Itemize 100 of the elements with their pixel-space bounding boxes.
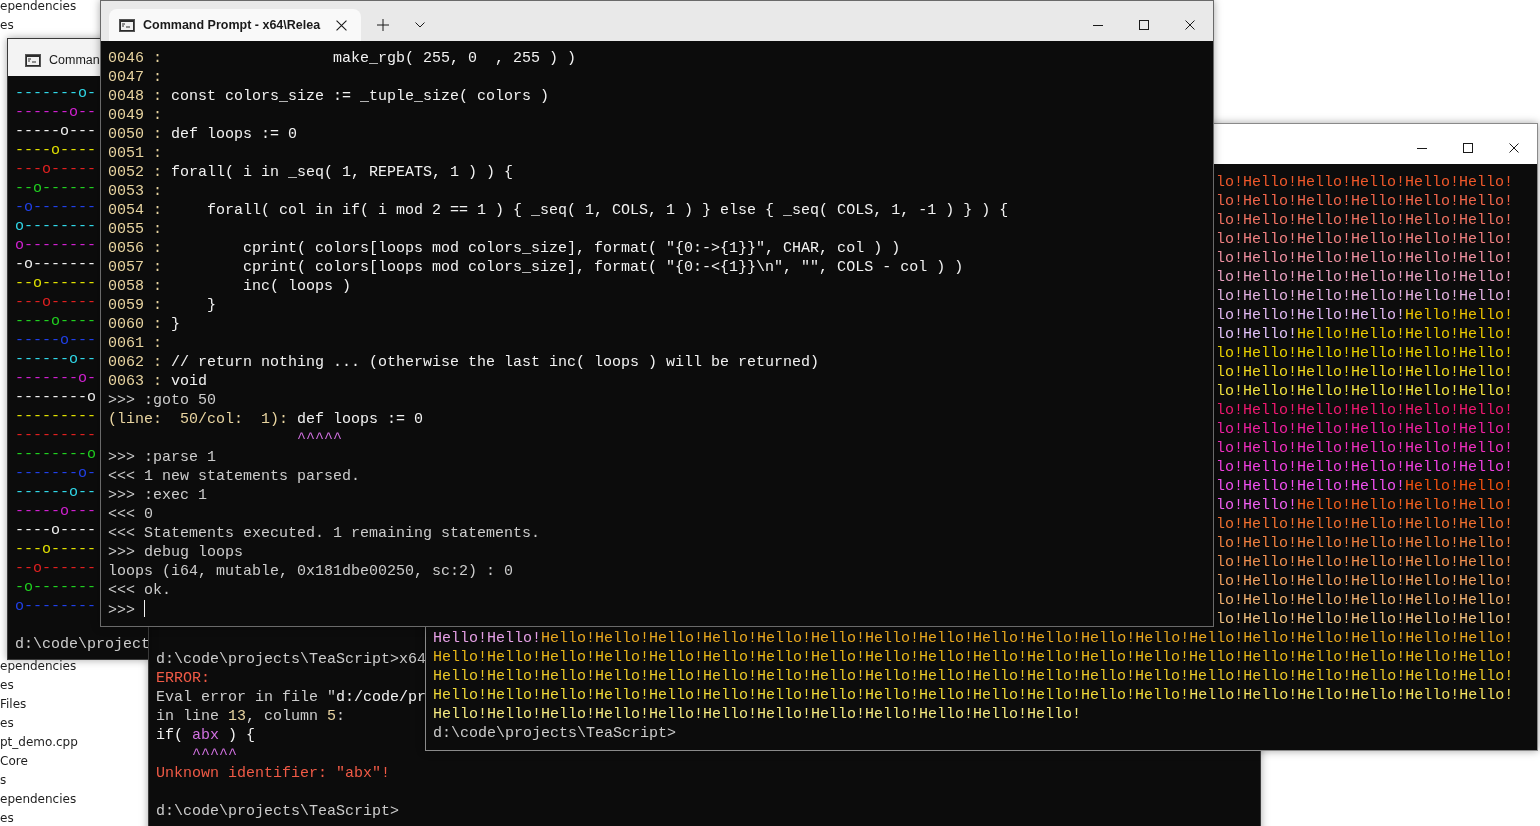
terminal-line: (line: 50/col: 1): def loops := 0 <box>108 410 424 429</box>
tree-item[interactable]: pt_demo.cpp <box>0 733 78 752</box>
tree-item[interactable]: es <box>0 16 14 35</box>
tree-item[interactable]: es <box>0 809 14 826</box>
terminal-icon <box>25 53 41 67</box>
pattern-line: ------o-- <box>15 350 96 369</box>
pattern-line: ------o-- <box>15 103 96 122</box>
tree-item[interactable]: ependencies <box>0 657 77 676</box>
pattern-line: -o------- <box>15 198 96 217</box>
terminal-line: lo!Hello!Hello!Hello!Hello!Hello! <box>1216 211 1514 230</box>
terminal-line: lo!Hello!Hello!Hello!Hello!Hello! <box>1216 287 1514 306</box>
terminal-line: ERROR: <box>156 669 210 688</box>
terminal-line: lo!Hello!Hello!Hello!Hello!Hello! <box>1216 249 1514 268</box>
tree-item[interactable]: ependencies <box>0 0 77 16</box>
error-marker: ^^^^^ <box>296 429 343 448</box>
tree-item[interactable]: Core <box>0 752 28 771</box>
terminal-line: ^^^^^ <box>191 745 237 764</box>
terminal-line: lo!Hello!Hello!Hello!Hello!Hello! <box>1216 192 1514 211</box>
terminal-line: >>> debug loops <box>108 543 244 562</box>
code-line: 0054 : forall( col in if( i mod 2 == 1 ) { _seq( 1, COLS, 1 ) } else { _seq( COLS, 1, -1 ) } ) { <box>108 201 1009 220</box>
terminal-line: d:\code\project <box>15 635 148 654</box>
pattern-line: ---o----- <box>15 293 96 312</box>
terminal-line: lo!Hello!Hello!Hello!Hello!Hello! <box>1216 306 1514 325</box>
terminal-tab[interactable]: Command Prompt - x64\Relea <box>109 9 362 41</box>
terminal-line: if( abx ) { <box>156 726 256 745</box>
terminal-line: Hello!Hello!Hello!Hello!Hello!Hello!Hello!Hello!Hello!Hello!Hello!Hello!Hello!Hello!Hello!Hello!Hello!Hello!Hello!Hello! <box>433 629 1514 648</box>
pattern-line: --------- <box>15 407 96 426</box>
code-line: 0059 : } <box>108 296 217 315</box>
terminal-line: lo!Hello!Hello!Hello!Hello!Hello! <box>1216 477 1514 496</box>
terminal-line: d:\code\projects\TeaScript>x64 <box>156 650 427 669</box>
minimize-icon <box>1417 147 1427 149</box>
code-line: 0047 : <box>108 68 162 87</box>
minimize-icon <box>1093 24 1103 26</box>
tree-item[interactable]: ependencies <box>0 790 77 809</box>
tree-item[interactable]: s <box>0 771 7 790</box>
pattern-line: -----o--- <box>15 502 96 521</box>
terminal-line: lo!Hello!Hello!Hello!Hello!Hello! <box>1216 496 1514 515</box>
tree-item[interactable]: Files <box>0 695 27 714</box>
pattern-line: --------- <box>15 426 96 445</box>
terminal-line: >>> :parse 1 <box>108 448 217 467</box>
pattern-line: o-------- <box>15 236 96 255</box>
pattern-line: ----o---- <box>15 141 96 160</box>
code-line: 0053 : <box>108 182 162 201</box>
tree-item[interactable]: es <box>0 676 14 695</box>
terminal-line: lo!Hello!Hello!Hello!Hello!Hello! <box>1216 363 1514 382</box>
terminal-line: lo!Hello!Hello!Hello!Hello!Hello! <box>1216 439 1514 458</box>
terminal-line: lo!Hello!Hello!Hello!Hello!Hello! <box>1216 344 1514 363</box>
tree-item[interactable]: es <box>0 714 14 733</box>
chevron-down-icon <box>415 22 426 28</box>
terminal-line: lo!Hello!Hello!Hello!Hello!Hello! <box>1216 230 1514 249</box>
pattern-line: --o------ <box>15 179 96 198</box>
close-icon <box>1509 143 1519 153</box>
code-line: 0058 : inc( loops ) <box>108 277 352 296</box>
plus-icon <box>377 19 390 31</box>
terminal-line: <<< 0 <box>108 505 153 524</box>
terminal-line: <<< 1 new statements parsed. <box>108 467 361 486</box>
terminal-line: lo!Hello!Hello!Hello!Hello!Hello! <box>1216 268 1514 287</box>
code-line: 0050 : def loops := 0 <box>108 125 298 144</box>
pattern-line: --------o <box>15 445 96 464</box>
code-line: 0056 : cprint( colors[loops mod colors_size], format( "{0:->{1}}", CHAR, col ) ) <box>108 239 901 258</box>
code-line: 0051 : <box>108 144 162 163</box>
pattern-line: ----o---- <box>15 521 96 540</box>
close-icon <box>336 19 348 31</box>
terminal-line: lo!Hello!Hello!Hello!Hello!Hello! <box>1216 572 1514 591</box>
code-line: 0055 : <box>108 220 162 239</box>
pattern-line: o-------- <box>15 597 96 616</box>
terminal-line: lo!Hello!Hello!Hello!Hello!Hello! <box>1216 420 1514 439</box>
maximize-icon <box>1463 143 1473 153</box>
code-line: 0060 : } <box>108 315 181 334</box>
close-icon <box>1185 20 1195 30</box>
pattern-line: --------o <box>15 388 96 407</box>
terminal-line: >>> :goto 50 <box>108 391 217 410</box>
terminal-tab[interactable]: Comman <box>15 44 100 76</box>
terminal-line: lo!Hello!Hello!Hello!Hello!Hello! <box>1216 553 1514 572</box>
code-line: 0063 : void <box>108 372 208 391</box>
terminal-line: lo!Hello!Hello!Hello!Hello!Hello! <box>1216 382 1514 401</box>
terminal-line: lo!Hello!Hello!Hello!Hello!Hello! <box>1216 173 1514 192</box>
terminal-line: lo!Hello!Hello!Hello!Hello!Hello! <box>1216 458 1514 477</box>
terminal-line: <<< Statements executed. 1 remaining statements. <box>108 524 541 543</box>
pattern-line: -----o--- <box>15 331 96 350</box>
code-line: 0062 : // return nothing ... (otherwise the last inc( loops ) will be returned) <box>108 353 820 372</box>
terminal-line: d:\code\projects\TeaScript> <box>156 802 400 821</box>
terminal-icon <box>119 18 135 32</box>
pattern-line: ----o---- <box>15 312 96 331</box>
command-input[interactable]: >>> <box>108 600 145 619</box>
code-line: 0048 : const colors_size := _tuple_size( colors ) <box>108 87 550 106</box>
pattern-line: -----o--- <box>15 122 96 141</box>
pattern-line: -------o- <box>15 369 96 388</box>
terminal-line: Hello!Hello!Hello!Hello!Hello!Hello!Hello!Hello!Hello!Hello!Hello!Hello! <box>433 705 1082 724</box>
pattern-line: -------o- <box>15 464 96 483</box>
pattern-line: -o------- <box>15 578 96 597</box>
terminal-line: lo!Hello!Hello!Hello!Hello!Hello! <box>1216 401 1514 420</box>
pattern-line: ---o----- <box>15 540 96 559</box>
code-line: 0046 : make_rgb( 255, 0 , 255 ) ) <box>108 49 577 68</box>
terminal-line: >>> :exec 1 <box>108 486 208 505</box>
terminal-line: Unknown identifier: "abx"! <box>156 764 391 783</box>
pattern-line: o-------- <box>15 217 96 236</box>
pattern-line: --o------ <box>15 274 96 293</box>
pattern-line: -------o- <box>15 84 96 103</box>
pattern-line: -o------- <box>15 255 96 274</box>
